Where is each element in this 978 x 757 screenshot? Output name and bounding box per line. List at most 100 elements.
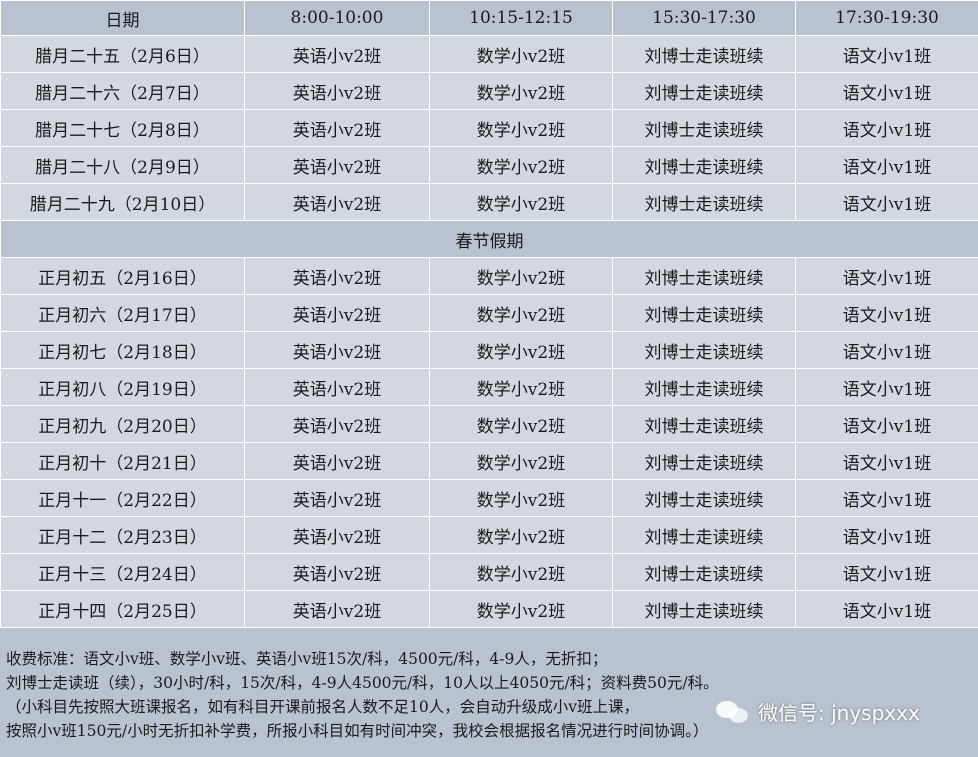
header-slot-3: 15:30-17:30 xyxy=(612,0,796,36)
cell-date: 正月初六（2月17日） xyxy=(0,294,245,332)
cell-slot-2: 数学小v2班 xyxy=(429,368,613,406)
cell-slot-1: 英语小v2班 xyxy=(244,257,430,295)
table-row: 正月十二（2月23日） 英语小v2班 数学小v2班 刘博士走读班续 语文小v1班 xyxy=(0,516,978,554)
cell-slot-1: 英语小v2班 xyxy=(244,331,430,369)
table-row: 正月初九（2月20日） 英语小v2班 数学小v2班 刘博士走读班续 语文小v1班 xyxy=(0,405,978,443)
cell-slot-3: 刘博士走读班续 xyxy=(612,35,796,73)
table-row: 腊月二十八（2月9日） 英语小v2班 数学小v2班 刘博士走读班续 语文小v1班 xyxy=(0,146,978,184)
cell-slot-3: 刘博士走读班续 xyxy=(612,368,796,406)
cell-slot-4: 语文小v1班 xyxy=(795,590,978,628)
cell-slot-4: 语文小v1班 xyxy=(795,442,978,480)
cell-slot-4: 语文小v1班 xyxy=(795,553,978,591)
cell-slot-3: 刘博士走读班续 xyxy=(612,590,796,628)
cell-slot-1: 英语小v2班 xyxy=(244,72,430,110)
table-row: 正月十一（2月22日） 英语小v2班 数学小v2班 刘博士走读班续 语文小v1班 xyxy=(0,479,978,517)
cell-slot-3: 刘博士走读班续 xyxy=(612,183,796,221)
cell-slot-2: 数学小v2班 xyxy=(429,590,613,628)
cell-slot-2: 数学小v2班 xyxy=(429,516,613,554)
cell-slot-3: 刘博士走读班续 xyxy=(612,331,796,369)
cell-date: 正月初七（2月18日） xyxy=(0,331,245,369)
wechat-icon xyxy=(716,699,750,725)
cell-slot-4: 语文小v1班 xyxy=(795,516,978,554)
cell-date: 正月十一（2月22日） xyxy=(0,479,245,517)
cell-slot-3: 刘博士走读班续 xyxy=(612,405,796,443)
cell-slot-1: 英语小v2班 xyxy=(244,183,430,221)
cell-date: 正月十二（2月23日） xyxy=(0,516,245,554)
cell-slot-1: 英语小v2班 xyxy=(244,368,430,406)
cell-date: 正月初五（2月16日） xyxy=(0,257,245,295)
cell-slot-3: 刘博士走读班续 xyxy=(612,516,796,554)
cell-slot-1: 英语小v2班 xyxy=(244,516,430,554)
rows-before-holiday: 腊月二十五（2月6日） 英语小v2班 数学小v2班 刘博士走读班续 语文小v1班 腊月二十… xyxy=(0,35,978,221)
cell-date: 正月初十（2月21日） xyxy=(0,442,245,480)
table-row: 正月十三（2月24日） 英语小v2班 数学小v2班 刘博士走读班续 语文小v1班 xyxy=(0,553,978,591)
cell-slot-4: 语文小v1班 xyxy=(795,479,978,517)
rows-after-holiday: 正月初五（2月16日） 英语小v2班 数学小v2班 刘博士走读班续 语文小v1班 正月初六… xyxy=(0,257,978,628)
cell-slot-2: 数学小v2班 xyxy=(429,442,613,480)
table-row: 正月初七（2月18日） 英语小v2班 数学小v2班 刘博士走读班续 语文小v1班 xyxy=(0,331,978,369)
table-row: 正月初十（2月21日） 英语小v2班 数学小v2班 刘博士走读班续 语文小v1班 xyxy=(0,442,978,480)
cell-slot-3: 刘博士走读班续 xyxy=(612,294,796,332)
cell-slot-4: 语文小v1班 xyxy=(795,109,978,147)
cell-slot-2: 数学小v2班 xyxy=(429,553,613,591)
table-row: 正月初五（2月16日） 英语小v2班 数学小v2班 刘博士走读班续 语文小v1班 xyxy=(0,257,978,295)
cell-slot-3: 刘博士走读班续 xyxy=(612,257,796,295)
table-row: 正月初六（2月17日） 英语小v2班 数学小v2班 刘博士走读班续 语文小v1班 xyxy=(0,294,978,332)
holiday-row: 春节假期 xyxy=(0,220,978,258)
cell-slot-4: 语文小v1班 xyxy=(795,183,978,221)
cell-slot-1: 英语小v2班 xyxy=(244,294,430,332)
cell-slot-1: 英语小v2班 xyxy=(244,590,430,628)
cell-date: 正月初九（2月20日） xyxy=(0,405,245,443)
header-slot-2: 10:15-12:15 xyxy=(429,0,613,36)
cell-slot-3: 刘博士走读班续 xyxy=(612,442,796,480)
header-slot-4: 17:30-19:30 xyxy=(795,0,978,36)
watermark-text: 微信号: jnyspxxx xyxy=(758,701,920,725)
header-date: 日期 xyxy=(0,0,245,36)
cell-date: 腊月二十七（2月8日） xyxy=(0,109,245,147)
cell-date: 腊月二十九（2月10日） xyxy=(0,183,245,221)
cell-slot-4: 语文小v1班 xyxy=(795,146,978,184)
note-line: 刘博士走读班（续），30小时/科，15次/科，4-9人4500元/科，10人以上… xyxy=(6,674,719,692)
cell-date: 正月十三（2月24日） xyxy=(0,553,245,591)
cell-date: 正月十四（2月25日） xyxy=(0,590,245,628)
cell-date: 正月初八（2月19日） xyxy=(0,368,245,406)
cell-slot-4: 语文小v1班 xyxy=(795,294,978,332)
cell-slot-3: 刘博士走读班续 xyxy=(612,72,796,110)
cell-slot-2: 数学小v2班 xyxy=(429,109,613,147)
cell-date: 腊月二十五（2月6日） xyxy=(0,35,245,73)
cell-date: 腊月二十六（2月7日） xyxy=(0,72,245,110)
cell-slot-1: 英语小v2班 xyxy=(244,553,430,591)
table-row: 腊月二十九（2月10日） 英语小v2班 数学小v2班 刘博士走读班续 语文小v1班 xyxy=(0,183,978,221)
cell-slot-2: 数学小v2班 xyxy=(429,146,613,184)
table-row: 腊月二十七（2月8日） 英语小v2班 数学小v2班 刘博士走读班续 语文小v1班 xyxy=(0,109,978,147)
holiday-label: 春节假期 xyxy=(0,220,978,258)
table-row: 正月十四（2月25日） 英语小v2班 数学小v2班 刘博士走读班续 语文小v1班 xyxy=(0,590,978,628)
cell-slot-4: 语文小v1班 xyxy=(795,257,978,295)
wechat-watermark: 微信号: jnyspxxx xyxy=(716,697,920,726)
cell-slot-4: 语文小v1班 xyxy=(795,72,978,110)
cell-slot-4: 语文小v1班 xyxy=(795,405,978,443)
cell-slot-3: 刘博士走读班续 xyxy=(612,109,796,147)
note-line: 收费标准：语文小v班、数学小v班、英语小v班15次/科，4500元/科，4-9人… xyxy=(6,650,608,668)
table-row: 腊月二十五（2月6日） 英语小v2班 数学小v2班 刘博士走读班续 语文小v1班 xyxy=(0,35,978,73)
cell-slot-1: 英语小v2班 xyxy=(244,479,430,517)
cell-slot-1: 英语小v2班 xyxy=(244,109,430,147)
cell-slot-1: 英语小v2班 xyxy=(244,146,430,184)
cell-slot-2: 数学小v2班 xyxy=(429,294,613,332)
cell-slot-3: 刘博士走读班续 xyxy=(612,479,796,517)
table-row: 正月初八（2月19日） 英语小v2班 数学小v2班 刘博士走读班续 语文小v1班 xyxy=(0,368,978,406)
cell-slot-2: 数学小v2班 xyxy=(429,183,613,221)
cell-date: 腊月二十八（2月9日） xyxy=(0,146,245,184)
cell-slot-3: 刘博士走读班续 xyxy=(612,146,796,184)
cell-slot-4: 语文小v1班 xyxy=(795,368,978,406)
cell-slot-1: 英语小v2班 xyxy=(244,35,430,73)
table-row: 腊月二十六（2月7日） 英语小v2班 数学小v2班 刘博士走读班续 语文小v1班 xyxy=(0,72,978,110)
cell-slot-2: 数学小v2班 xyxy=(429,331,613,369)
cell-slot-2: 数学小v2班 xyxy=(429,35,613,73)
cell-slot-1: 英语小v2班 xyxy=(244,442,430,480)
cell-slot-1: 英语小v2班 xyxy=(244,405,430,443)
cell-slot-2: 数学小v2班 xyxy=(429,72,613,110)
cell-slot-2: 数学小v2班 xyxy=(429,479,613,517)
cell-slot-4: 语文小v1班 xyxy=(795,35,978,73)
schedule-table: 日期 8:00-10:00 10:15-12:15 15:30-17:30 17… xyxy=(0,0,978,628)
